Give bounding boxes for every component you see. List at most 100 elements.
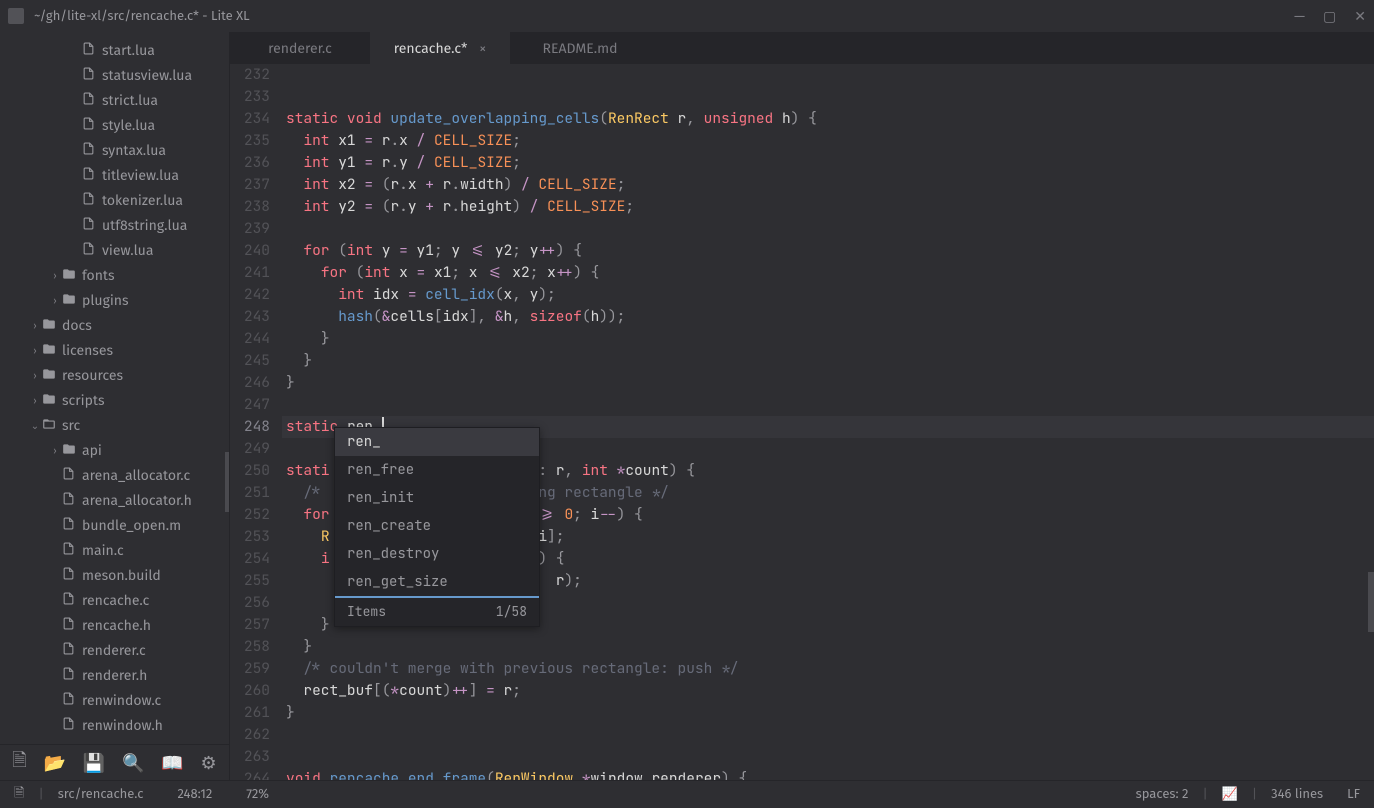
line-number: 254 <box>230 548 270 570</box>
code-line[interactable] <box>282 86 1374 108</box>
autocomplete-popup[interactable]: ren_ren_freeren_initren_createren_destro… <box>334 427 540 627</box>
tree-scrollbar-thumb[interactable] <box>225 452 229 512</box>
code-content[interactable]: static void update_overlapping_cells(Ren… <box>282 64 1374 780</box>
code-line[interactable]: int x1 = r.x / CELL_SIZE; <box>282 130 1374 152</box>
search-icon[interactable]: 🔍 <box>122 752 144 774</box>
tree-file[interactable]: style.lua <box>0 113 229 138</box>
new-file-icon[interactable]: 🗎 <box>12 748 26 778</box>
tree-file[interactable]: rencache.h <box>0 613 229 638</box>
tree-folder[interactable]: ›docs <box>0 313 229 338</box>
tree-folder[interactable]: ⌄src <box>0 413 229 438</box>
code-line[interactable]: } <box>282 350 1374 372</box>
code-line[interactable]: for (int y = y1; y <= y2; y++) { <box>282 240 1374 262</box>
tree-folder[interactable]: ›plugins <box>0 288 229 313</box>
autocomplete-item[interactable]: ren_get_size <box>335 568 539 596</box>
tree-folder[interactable]: ›fonts <box>0 263 229 288</box>
open-folder-icon[interactable]: 📂 <box>44 752 66 774</box>
tree-file[interactable]: start.lua <box>0 38 229 63</box>
line-number: 250 <box>230 460 270 482</box>
tree-file[interactable]: meson.build <box>0 563 229 588</box>
tree-file[interactable]: syntax.lua <box>0 138 229 163</box>
code-line[interactable]: } <box>282 702 1374 724</box>
code-line[interactable] <box>282 394 1374 416</box>
titlebar: ~/gh/lite-xl/src/rencache.c* - Lite XL —… <box>0 0 1374 32</box>
code-area[interactable]: 2322332342352362372382392402412422432442… <box>230 64 1374 780</box>
line-number: 236 <box>230 152 270 174</box>
folder-icon <box>42 417 60 435</box>
code-line[interactable]: int y1 = r.y / CELL_SIZE; <box>282 152 1374 174</box>
book-icon[interactable]: 📖 <box>161 752 183 774</box>
maximize-icon[interactable]: ▢ <box>1323 8 1336 25</box>
tree-file[interactable]: renwindow.h <box>0 713 229 738</box>
tree-folder[interactable]: ›licenses <box>0 338 229 363</box>
line-number: 252 <box>230 504 270 526</box>
code-line[interactable]: for (int x = x1; x <= x2; x++) { <box>282 262 1374 284</box>
tree-item-label: main.c <box>82 542 124 559</box>
minimize-icon[interactable]: — <box>1294 8 1305 25</box>
code-line[interactable]: hash(&cells[idx], &h, sizeof(h)); <box>282 306 1374 328</box>
autocomplete-item[interactable]: ren_init <box>335 484 539 512</box>
tree-file[interactable]: tokenizer.lua <box>0 188 229 213</box>
code-line[interactable] <box>282 724 1374 746</box>
line-number: 237 <box>230 174 270 196</box>
code-line[interactable]: void rencache_end_frame(RenWindow *windo… <box>282 768 1374 780</box>
editor-scrollbar-thumb[interactable] <box>1368 572 1374 632</box>
tree-file[interactable]: renwindow.c <box>0 688 229 713</box>
window-controls: — ▢ ✕ <box>1294 8 1366 25</box>
code-line[interactable]: } <box>282 328 1374 350</box>
tree-folder[interactable]: ›resources <box>0 363 229 388</box>
chart-icon[interactable]: 📈 <box>1222 787 1238 802</box>
close-icon[interactable]: ✕ <box>1354 8 1366 25</box>
autocomplete-item[interactable]: ren_ <box>335 428 539 456</box>
tree-file[interactable]: view.lua <box>0 238 229 263</box>
code-line[interactable] <box>282 64 1374 86</box>
tree-folder[interactable]: ›api <box>0 438 229 463</box>
autocomplete-item[interactable]: ren_free <box>335 456 539 484</box>
status-spaces[interactable]: spaces: 2 <box>1136 787 1189 802</box>
code-line[interactable]: int idx = cell_idx(x, y); <box>282 284 1374 306</box>
autocomplete-item[interactable]: ren_create <box>335 512 539 540</box>
code-line[interactable]: /* couldn't merge with previous rectangl… <box>282 658 1374 680</box>
line-number: 249 <box>230 438 270 460</box>
file-icon <box>62 692 80 709</box>
tree-item-label: utf8string.lua <box>102 217 187 234</box>
file-icon <box>82 67 100 84</box>
code-line[interactable]: } <box>282 636 1374 658</box>
line-number: 242 <box>230 284 270 306</box>
tree-file[interactable]: main.c <box>0 538 229 563</box>
tree-file[interactable]: utf8string.lua <box>0 213 229 238</box>
code-line[interactable]: rect_buf[(*count)++] = r; <box>282 680 1374 702</box>
code-line[interactable]: int x2 = (r.x + r.width) / CELL_SIZE; <box>282 174 1374 196</box>
code-line[interactable]: int y2 = (r.y + r.height) / CELL_SIZE; <box>282 196 1374 218</box>
status-eol[interactable]: LF <box>1347 787 1360 802</box>
tree-file[interactable]: titleview.lua <box>0 163 229 188</box>
tab-bar: renderer.crencache.c*×README.md <box>230 32 1374 64</box>
code-line[interactable]: static void update_overlapping_cells(Ren… <box>282 108 1374 130</box>
tree-file[interactable]: bundle_open.m <box>0 513 229 538</box>
code-line[interactable] <box>282 746 1374 768</box>
tree-folder[interactable]: ›scripts <box>0 388 229 413</box>
tree-item-label: src <box>62 417 80 434</box>
tree-file[interactable]: strict.lua <box>0 88 229 113</box>
editor-scrollbar[interactable] <box>1368 64 1374 780</box>
tree-file[interactable]: renderer.h <box>0 663 229 688</box>
line-number: 241 <box>230 262 270 284</box>
tab[interactable]: renderer.c <box>230 32 370 64</box>
tree-file[interactable]: statusview.lua <box>0 63 229 88</box>
file-icon <box>82 117 100 134</box>
autocomplete-item[interactable]: ren_destroy <box>335 540 539 568</box>
gear-icon[interactable]: ⚙ <box>200 752 216 774</box>
tab-close-icon[interactable]: × <box>479 40 486 57</box>
tab[interactable]: README.md <box>510 32 650 64</box>
tab[interactable]: rencache.c*× <box>370 32 510 64</box>
code-line[interactable] <box>282 218 1374 240</box>
tree-file[interactable]: arena_allocator.c <box>0 463 229 488</box>
line-number: 239 <box>230 218 270 240</box>
code-line[interactable]: } <box>282 372 1374 394</box>
tree-file[interactable]: renderer.c <box>0 638 229 663</box>
file-tree[interactable]: start.luastatusview.luastrict.luastyle.l… <box>0 32 229 744</box>
tree-file[interactable]: arena_allocator.h <box>0 488 229 513</box>
line-number: 251 <box>230 482 270 504</box>
save-icon[interactable]: 💾 <box>83 752 105 774</box>
tree-file[interactable]: rencache.c <box>0 588 229 613</box>
